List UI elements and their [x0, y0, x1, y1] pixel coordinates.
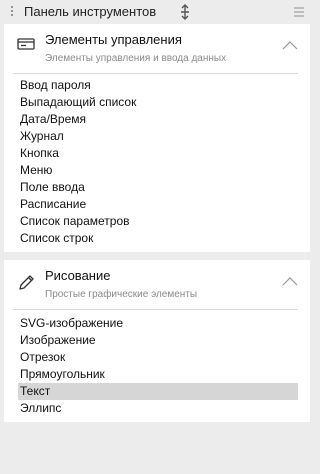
pencil-icon	[19, 275, 34, 290]
list-item[interactable]: Выпадающий список	[18, 94, 298, 111]
group-controls-items: Ввод пароля Выпадающий список Дата/Время…	[4, 77, 310, 247]
list-item[interactable]: Расписание	[18, 196, 298, 213]
group-controls-header[interactable]: Элементы управления Элементы управления …	[4, 24, 310, 74]
chevron-up-icon[interactable]	[282, 40, 298, 50]
list-item[interactable]: Ввод пароля	[18, 77, 298, 94]
list-item[interactable]: Эллипс	[18, 400, 298, 417]
list-item-selected[interactable]: Текст	[18, 383, 298, 400]
group-title: Рисование	[45, 268, 111, 283]
drag-grip-icon[interactable]	[10, 6, 14, 18]
chevron-up-icon[interactable]	[282, 276, 298, 286]
list-item[interactable]: Поле ввода	[18, 179, 298, 196]
list-item[interactable]: Список параметров	[18, 213, 298, 230]
group-title: Элементы управления	[45, 32, 182, 47]
group-subtitle: Простые графические элементы	[45, 289, 198, 300]
group-subtitle: Элементы управления и ввода данных	[45, 53, 227, 64]
group-drawing-header[interactable]: Рисование Простые графические элементы	[4, 260, 310, 310]
group-drawing-items: SVG-изображение Изображение Отрезок Прям…	[4, 315, 310, 417]
group-controls: Элементы управления Элементы управления …	[4, 24, 310, 252]
list-item[interactable]: Список строк	[18, 230, 298, 247]
panel-menu-icon[interactable]	[294, 7, 306, 17]
control-element-icon	[17, 38, 35, 50]
list-item[interactable]: Прямоугольник	[18, 366, 298, 383]
list-item[interactable]: Изображение	[18, 332, 298, 349]
list-item[interactable]: Кнопка	[18, 145, 298, 162]
list-item[interactable]: Журнал	[18, 128, 298, 145]
list-item[interactable]: Отрезок	[18, 349, 298, 366]
list-item[interactable]: Меню	[18, 162, 298, 179]
toolbox-header: Панель инструментов	[0, 0, 315, 24]
divider	[13, 309, 298, 310]
panel-title: Панель инструментов	[24, 4, 157, 19]
list-item[interactable]: SVG-изображение	[18, 315, 298, 332]
group-drawing: Рисование Простые графические элементы S…	[4, 260, 310, 422]
list-item[interactable]: Дата/Время	[18, 111, 298, 128]
divider	[13, 73, 298, 74]
move-icon[interactable]	[178, 4, 192, 20]
